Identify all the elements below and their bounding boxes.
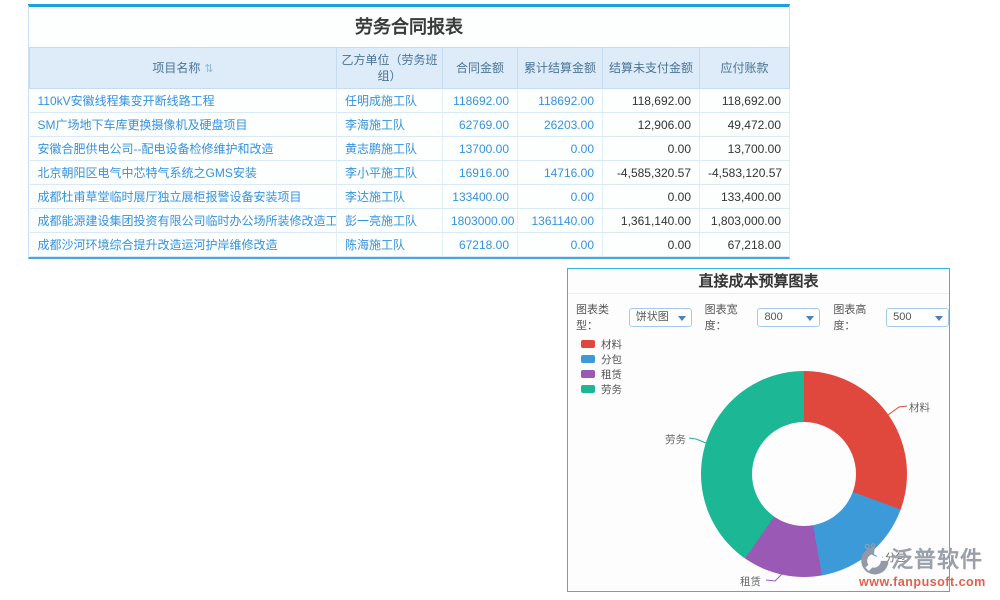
unit-link[interactable]: 任明成施工队 [337,89,443,113]
chart-controls: 图表类型： 饼状图 图表宽度： 800 图表高度： 500 [568,294,949,333]
legend-item[interactable]: 劳务 [581,382,622,396]
table-row: 安徽合肥供电公司--配电设备检修维护和改造黄志鹏施工队13700.000.000… [30,137,790,161]
unpaid-amount: 118,692.00 [603,89,700,113]
unit-link[interactable]: 李海施工队 [337,113,443,137]
column-header: 累计结算金额 [518,48,603,89]
labor-contract-report-panel: 劳务合同报表 项目名称⇅乙方单位（劳务班组）合同金额累计结算金额结算未支付金额应… [28,4,790,259]
chart-width-control: 图表宽度： 800 [705,301,821,333]
legend-swatch [581,355,595,363]
legend-label: 分包 [601,352,622,367]
contract-amount[interactable]: 133400.00 [443,185,518,209]
unpaid-amount: -4,585,320.57 [603,161,700,185]
project-name-link[interactable]: 成都沙河环境综合提升改造运河护岸维修改造 [30,233,337,257]
donut-hole [752,422,856,526]
unit-link[interactable]: 黄志鹏施工队 [337,137,443,161]
chevron-down-icon [935,316,943,321]
unpaid-amount: 0.00 [603,185,700,209]
settled-amount[interactable]: 118692.00 [518,89,603,113]
chevron-down-icon [806,316,814,321]
legend-swatch [581,370,595,378]
settled-amount[interactable]: 0.00 [518,137,603,161]
project-name-link[interactable]: 成都能源建设集团投资有限公司临时办公场所装修改造工程EPC [30,209,337,233]
chart-height-select[interactable]: 500 [886,308,949,327]
unit-link[interactable]: 陈海施工队 [337,233,443,257]
column-header: 结算未支付金额 [603,48,700,89]
unit-link[interactable]: 彭一亮施工队 [337,209,443,233]
chart-width-value: 800 [764,311,782,323]
slice-label-rent: 租赁 [740,574,761,589]
column-header: 乙方单位（劳务班组） [337,48,443,89]
chart-type-select[interactable]: 饼状图 [629,308,692,327]
payable-amount: 118,692.00 [700,89,790,113]
slice-label-material: 材料 [909,400,930,415]
chart-title: 直接成本预算图表 [568,269,949,294]
project-name-link[interactable]: 安徽合肥供电公司--配电设备检修维护和改造 [30,137,337,161]
project-name-link[interactable]: SM广场地下车库更换摄像机及硬盘项目 [30,113,337,137]
column-header: 合同金额 [443,48,518,89]
unpaid-amount: 0.00 [603,233,700,257]
report-title: 劳务合同报表 [29,7,789,47]
contract-amount[interactable]: 16916.00 [443,161,518,185]
table-row: 110kV安徽线程集变开断线路工程任明成施工队118692.00118692.0… [30,89,790,113]
payable-amount: 133,400.00 [700,185,790,209]
settled-amount[interactable]: 0.00 [518,233,603,257]
sort-icon[interactable]: ⇅ [204,63,213,75]
fanpu-logo-icon [857,542,891,578]
unpaid-amount: 1,361,140.00 [603,209,700,233]
column-header: 应付账款 [700,48,790,89]
chart-height-control: 图表高度： 500 [833,301,949,333]
contract-amount[interactable]: 1803000.00 [443,209,518,233]
unpaid-amount: 12,906.00 [603,113,700,137]
fanpu-watermark: 泛普软件 www.fanpusoft.com [857,542,1000,589]
payable-amount: -4,583,120.57 [700,161,790,185]
payable-amount: 49,472.00 [700,113,790,137]
report-table: 项目名称⇅乙方单位（劳务班组）合同金额累计结算金额结算未支付金额应付账款 110… [29,47,790,257]
payable-amount: 67,218.00 [700,233,790,257]
settled-amount[interactable]: 1361140.00 [518,209,603,233]
legend-item[interactable]: 材料 [581,337,622,351]
slice-label-labor: 劳务 [665,432,686,447]
chart-width-select[interactable]: 800 [757,308,820,327]
contract-amount[interactable]: 118692.00 [443,89,518,113]
table-row: 北京朝阳区电气中芯特气系统之GMS安装李小平施工队16916.0014716.0… [30,161,790,185]
legend-label: 劳务 [601,382,622,397]
payable-amount: 13,700.00 [700,137,790,161]
chevron-down-icon [678,316,686,321]
unit-link[interactable]: 李小平施工队 [337,161,443,185]
unpaid-amount: 0.00 [603,137,700,161]
chart-width-label: 图表宽度： [705,301,755,333]
contract-amount[interactable]: 62769.00 [443,113,518,137]
table-row: 成都能源建设集团投资有限公司临时办公场所装修改造工程EPC彭一亮施工队18030… [30,209,790,233]
contract-amount[interactable]: 13700.00 [443,137,518,161]
project-name-link[interactable]: 成都杜甫草堂临时展厅独立展柜报警设备安装项目 [30,185,337,209]
project-name-link[interactable]: 北京朝阳区电气中芯特气系统之GMS安装 [30,161,337,185]
legend-label: 材料 [601,337,622,352]
legend-item[interactable]: 分包 [581,352,622,366]
watermark-brand-text: 泛普软件 [891,543,983,577]
contract-amount[interactable]: 67218.00 [443,233,518,257]
column-header: 项目名称⇅ [30,48,337,89]
table-row: 成都沙河环境综合提升改造运河护岸维修改造陈海施工队67218.000.000.0… [30,233,790,257]
unit-link[interactable]: 李达施工队 [337,185,443,209]
settled-amount[interactable]: 26203.00 [518,113,603,137]
chart-type-control: 图表类型： 饼状图 [576,301,692,333]
chart-type-value: 饼状图 [636,311,669,323]
legend-item[interactable]: 租赁 [581,367,622,381]
legend-swatch [581,340,595,348]
chart-height-label: 图表高度： [833,301,883,333]
legend-swatch [581,385,595,393]
settled-amount[interactable]: 0.00 [518,185,603,209]
chart-legend: 材料分包租赁劳务 [581,337,622,397]
table-row: SM广场地下车库更换摄像机及硬盘项目李海施工队62769.0026203.001… [30,113,790,137]
payable-amount: 1,803,000.00 [700,209,790,233]
settled-amount[interactable]: 14716.00 [518,161,603,185]
chart-type-label: 图表类型： [576,301,626,333]
legend-label: 租赁 [601,367,622,382]
watermark-url-text: www.fanpusoft.com [859,575,1000,589]
chart-height-value: 500 [893,311,911,323]
table-row: 成都杜甫草堂临时展厅独立展柜报警设备安装项目李达施工队133400.000.00… [30,185,790,209]
project-name-link[interactable]: 110kV安徽线程集变开断线路工程 [30,89,337,113]
